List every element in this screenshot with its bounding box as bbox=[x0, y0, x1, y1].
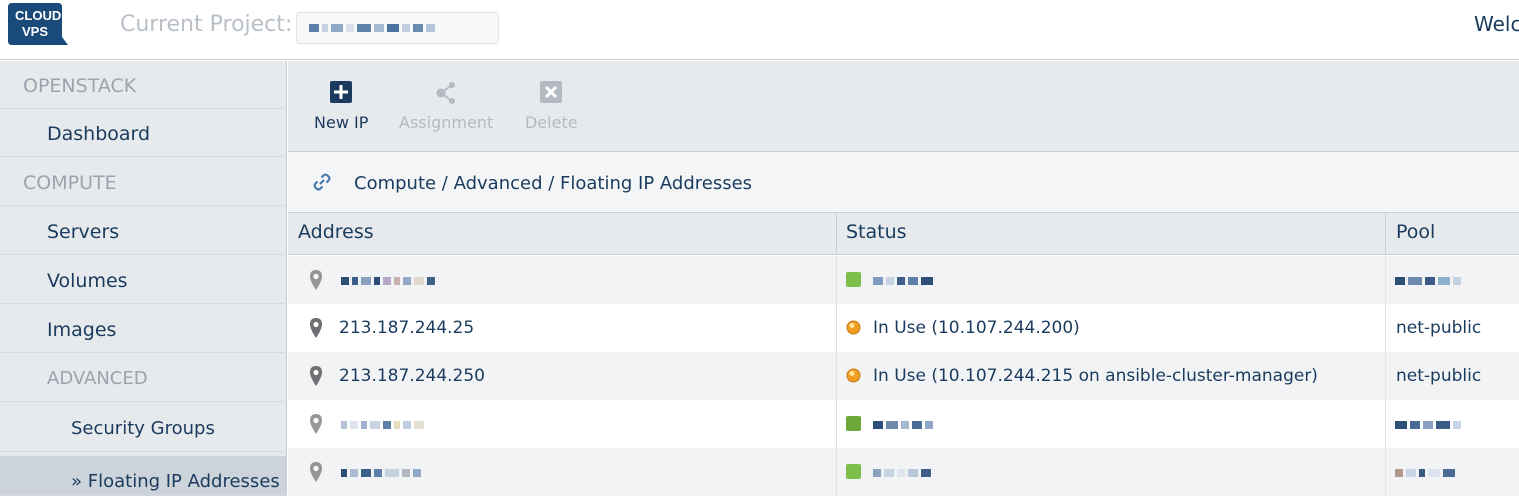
sidebar-item-servers[interactable]: Servers bbox=[0, 207, 287, 255]
welcome-text[interactable]: Welc bbox=[1474, 12, 1519, 36]
column-header-pool[interactable]: Pool bbox=[1396, 221, 1435, 243]
logo-text-vps: VPS bbox=[22, 24, 49, 39]
sidebar-section-openstack: OPENSTACK bbox=[0, 61, 287, 109]
column-divider bbox=[836, 213, 837, 255]
redacted-address bbox=[341, 277, 435, 285]
column-header-address[interactable]: Address bbox=[298, 221, 374, 243]
sidebar-item-floating-ip-addresses[interactable]: » Floating IP Addresses bbox=[0, 456, 287, 496]
new-ip-button[interactable]: New IP bbox=[314, 79, 368, 132]
ip-status: In Use (10.107.244.215 on ansible-cluste… bbox=[873, 366, 1318, 386]
status-dot-icon bbox=[846, 416, 861, 431]
table-row[interactable]: 213.187.244.250 In Use (10.107.244.215 o… bbox=[288, 352, 1519, 400]
logo-text-cloud: CLOUD bbox=[15, 8, 62, 23]
column-header-status[interactable]: Status bbox=[846, 221, 907, 243]
table-header: Address Status Pool bbox=[288, 213, 1519, 255]
redacted-pool bbox=[1395, 469, 1455, 477]
share-nodes-icon bbox=[436, 82, 456, 104]
map-pin-icon bbox=[310, 414, 322, 434]
column-divider bbox=[1385, 213, 1386, 255]
column-divider bbox=[836, 448, 837, 496]
column-divider bbox=[1385, 304, 1386, 352]
top-header: CLOUD VPS Current Project: Welc bbox=[0, 0, 1519, 60]
table-row[interactable] bbox=[288, 256, 1519, 304]
action-toolbar: New IP Assignment Delete bbox=[288, 61, 1519, 152]
status-in-use-icon bbox=[846, 320, 861, 335]
breadcrumb-path: Compute / Advanced / Floating IP Address… bbox=[354, 173, 753, 194]
column-divider bbox=[1385, 352, 1386, 400]
map-pin-icon bbox=[310, 318, 322, 338]
breadcrumb: Compute / Advanced / Floating IP Address… bbox=[288, 152, 1519, 213]
column-divider bbox=[836, 256, 837, 304]
map-pin-icon bbox=[310, 366, 322, 386]
table-row[interactable] bbox=[288, 448, 1519, 496]
column-divider bbox=[1385, 400, 1386, 448]
status-dot-icon bbox=[846, 464, 861, 479]
sidebar-item-dashboard[interactable]: Dashboard bbox=[0, 109, 287, 157]
sidebar-nav: OPENSTACK Dashboard COMPUTE Servers Volu… bbox=[0, 61, 287, 496]
status-dot-icon bbox=[846, 272, 861, 287]
redacted-status bbox=[873, 421, 933, 429]
redacted-pool bbox=[1395, 277, 1461, 285]
map-pin-icon bbox=[310, 462, 322, 482]
sidebar-item-security-groups[interactable]: Security Groups bbox=[0, 404, 287, 452]
link-icon[interactable] bbox=[312, 172, 332, 192]
delete-button[interactable]: Delete bbox=[525, 79, 578, 132]
delete-label: Delete bbox=[525, 113, 578, 132]
ip-pool: net-public bbox=[1396, 318, 1482, 338]
cloudvps-logo[interactable]: CLOUD VPS bbox=[8, 3, 68, 47]
assignment-label: Assignment bbox=[399, 113, 494, 132]
map-pin-icon bbox=[310, 270, 322, 290]
sidebar-item-images[interactable]: Images bbox=[0, 305, 287, 353]
project-select[interactable] bbox=[296, 12, 499, 44]
redacted-address bbox=[341, 469, 421, 477]
column-divider bbox=[836, 352, 837, 400]
redacted-pool bbox=[1395, 421, 1461, 429]
column-divider bbox=[1385, 448, 1386, 496]
assignment-button[interactable]: Assignment bbox=[399, 79, 493, 132]
sidebar-section-compute: COMPUTE bbox=[0, 158, 287, 206]
ip-status: In Use (10.107.244.200) bbox=[873, 318, 1080, 338]
column-divider bbox=[836, 304, 837, 352]
column-divider bbox=[1385, 256, 1386, 304]
delete-square-icon bbox=[540, 81, 563, 103]
table-row[interactable] bbox=[288, 400, 1519, 448]
plus-square-icon bbox=[330, 81, 353, 103]
sidebar-section-advanced: ADVANCED bbox=[0, 354, 287, 402]
redacted-project-name bbox=[309, 24, 435, 32]
status-in-use-icon bbox=[846, 368, 861, 383]
redacted-address bbox=[341, 421, 424, 429]
current-project-label: Current Project: bbox=[120, 12, 293, 37]
ip-pool: net-public bbox=[1396, 366, 1482, 386]
redacted-status bbox=[873, 277, 933, 285]
ip-address: 213.187.244.250 bbox=[339, 366, 486, 386]
sidebar-item-volumes[interactable]: Volumes bbox=[0, 256, 287, 304]
redacted-status bbox=[873, 469, 931, 477]
table-row[interactable]: 213.187.244.25 In Use (10.107.244.200) n… bbox=[288, 304, 1519, 352]
ip-address: 213.187.244.25 bbox=[339, 318, 475, 338]
new-ip-label: New IP bbox=[314, 113, 369, 132]
column-divider bbox=[836, 400, 837, 448]
